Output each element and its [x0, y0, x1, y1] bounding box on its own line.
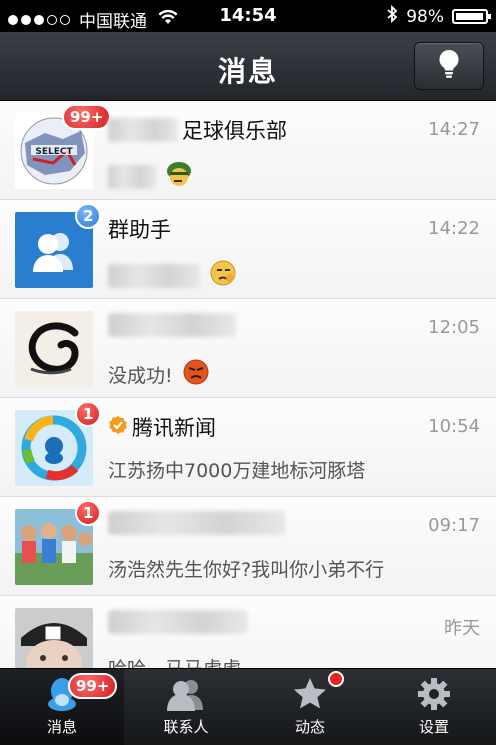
conversation-title: 群助手	[108, 218, 171, 242]
message-text: 江苏扬中7000万建地标河豚塔	[108, 460, 366, 482]
tab-label: 联系人	[163, 718, 209, 736]
unread-badge: 99+	[62, 104, 112, 130]
battery-percent: 98%	[406, 6, 444, 27]
unread-badge: 1	[75, 500, 102, 526]
conversation-time: 昨天	[444, 618, 480, 639]
tab-activity[interactable]: 动态	[248, 669, 372, 745]
tab-bar: 99+ 消息 联系人 动态 设置	[0, 668, 496, 745]
redacted-text	[108, 610, 248, 634]
message-preview	[108, 159, 194, 194]
tab-unread-badge: 99+	[68, 673, 118, 699]
soldier-emoji-icon	[164, 159, 194, 194]
star-icon	[292, 676, 328, 712]
conversation-time: 14:27	[428, 119, 480, 140]
redacted-text	[108, 118, 178, 142]
tab-label: 动态	[294, 718, 325, 736]
conversation-row[interactable]: 12:05 没成功!	[0, 299, 496, 398]
conversation-name	[108, 610, 252, 634]
conversation-name: 群助手	[108, 214, 171, 244]
message-preview: 江苏扬中7000万建地标河豚塔	[108, 456, 365, 483]
message-preview: 哈哈，马马虎虎	[108, 654, 241, 669]
conversation-name: 足球俱乐部	[108, 115, 287, 145]
status-bar: 中国联通 14:54 98%	[0, 0, 496, 32]
conversation-time: 14:22	[428, 218, 480, 239]
conversation-name: 腾讯新闻	[108, 412, 216, 442]
lightbulb-icon	[438, 49, 460, 83]
contacts-icon	[163, 676, 209, 712]
angry-emoji-icon	[181, 357, 211, 392]
new-activity-dot	[328, 671, 344, 687]
conversation-row[interactable]: 1 腾讯新闻 10:54 江苏扬中7000万建地标河豚塔	[0, 398, 496, 497]
unread-badge: 2	[75, 203, 102, 229]
unread-badge: 1	[75, 401, 102, 427]
battery-icon	[452, 9, 491, 24]
tab-settings[interactable]: 设置	[372, 669, 496, 745]
conversation-title: 腾讯新闻	[132, 416, 216, 440]
conversation-list: SELECT 99+ 足球俱乐部 14:27 2 群助手 14:22 12:05…	[0, 101, 496, 669]
conversation-row[interactable]: 1 09:17 汤浩然先生你好?我叫你小弟不行	[0, 497, 496, 596]
tab-contacts[interactable]: 联系人	[124, 669, 248, 745]
message-preview: 汤浩然先生你好?我叫你小弟不行	[108, 555, 384, 582]
redacted-text	[108, 164, 156, 189]
thinking-emoji-icon	[208, 258, 238, 293]
avatar	[15, 608, 93, 669]
conversation-row[interactable]: SELECT 99+ 足球俱乐部 14:27	[0, 101, 496, 200]
conversation-time: 12:05	[428, 317, 480, 338]
tips-button[interactable]	[414, 42, 484, 90]
conversation-time: 10:54	[428, 416, 480, 437]
conversation-name	[108, 511, 290, 535]
conversation-time: 09:17	[428, 515, 480, 536]
avatar	[15, 311, 93, 387]
message-text: 汤浩然先生你好?我叫你小弟不行	[108, 559, 385, 581]
navigation-bar: 消息	[0, 32, 496, 101]
message-text: 没成功!	[108, 365, 173, 387]
message-preview	[108, 258, 238, 293]
bluetooth-icon	[386, 4, 398, 28]
message-text: 哈哈，马马虎虎	[108, 658, 242, 669]
verified-icon	[108, 415, 128, 440]
conversation-row[interactable]: 2 群助手 14:22	[0, 200, 496, 299]
message-preview: 没成功!	[108, 357, 211, 392]
conversation-row[interactable]: 昨天 哈哈，马马虎虎	[0, 596, 496, 669]
tab-label: 设置	[418, 718, 449, 736]
svg-text:SELECT: SELECT	[35, 147, 73, 157]
tab-label: 消息	[46, 718, 77, 736]
conversation-name	[108, 313, 240, 337]
redacted-text	[108, 511, 286, 535]
redacted-text	[108, 263, 200, 288]
gear-icon	[416, 676, 452, 712]
conversation-title: 足球俱乐部	[182, 119, 287, 143]
redacted-text	[108, 313, 236, 337]
tab-messages[interactable]: 99+ 消息	[0, 669, 124, 745]
